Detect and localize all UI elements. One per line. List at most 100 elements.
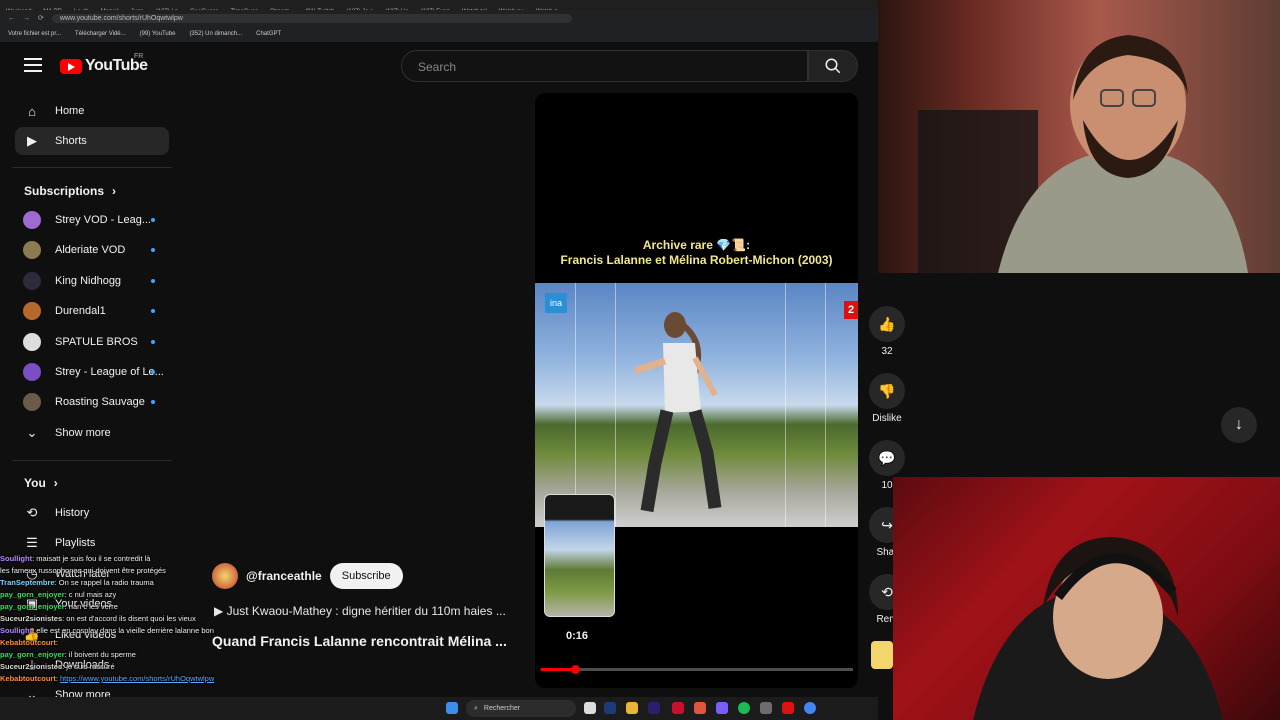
arrow-down-icon: ↓ [1235,416,1243,433]
forward-icon[interactable]: → [23,15,30,22]
premiere-icon[interactable] [648,702,660,714]
short-title-line1: Archive rare 💎📜: [642,238,751,252]
subscription-item[interactable]: SPATULE BROS [15,328,169,356]
taskbar-search[interactable]: ⌕ Rechercher [466,700,576,717]
dislike-button[interactable]: 👎 Dislike [866,373,908,424]
reload-icon[interactable]: ⟳ [38,14,44,22]
thumbs-down-icon: 👎 [878,382,896,399]
bookmark-item[interactable]: Votre fichier est pr... [8,31,61,37]
search-button[interactable] [808,50,858,82]
subscriptions-heading[interactable]: Subscriptions › [24,184,116,198]
sidebar-divider [12,167,172,168]
sound-thumbnail[interactable] [871,641,893,669]
chat-username: TranSeptembre [0,578,55,587]
shorts-player[interactable]: Archive rare 💎📜: Francis Lalanne et Méli… [535,93,858,688]
new-content-dot [151,218,155,222]
app-icon[interactable] [760,702,772,714]
progress-fill [541,668,576,671]
subscription-item[interactable]: Roasting Sauvage [15,388,169,416]
subscription-label: Roasting Sauvage [55,396,145,409]
channel-avatar [23,271,41,290]
sidebar-item-home[interactable]: ⌂ Home [15,97,169,125]
next-short-button[interactable]: ↓ [1221,407,1257,443]
subscription-item[interactable]: Durendal1 [15,297,169,325]
opera-icon[interactable] [672,702,684,714]
bookmark-item[interactable]: ChatGPT [256,31,281,37]
chat-text: maisatt je suis fou il se contredit là [36,554,151,563]
sidebar-item-shorts[interactable]: ▶ Shorts [15,127,169,155]
new-content-dot [151,370,155,374]
sidebar-item-label: Shorts [55,135,87,147]
subscription-label: Strey - League of Le... [55,366,164,378]
subscription-label: SPATULE BROS [55,335,138,348]
windows-start-icon[interactable] [446,702,458,714]
playback-time: 0:16 [566,630,589,642]
you-heading[interactable]: You › [24,476,58,490]
task-view-icon[interactable] [584,702,596,714]
discord-icon[interactable] [716,702,728,714]
sidebar-divider [12,460,172,461]
chat-username: Kebabtoutcourt [0,674,56,683]
chat-message: Kebabtoutcourt: https://www.youtube.com/… [0,673,300,685]
chevron-down-icon: ⌄ [26,425,38,440]
chat-message: Kebabtoutcourt: [0,637,300,649]
chat-username: Suceur2sionistes [0,614,63,623]
hamburger-menu-icon[interactable] [22,54,44,76]
youtube-logo[interactable]: YouTube FR [60,53,148,75]
chat-message: pay_gorn_enjoyer: il boivent du sperme [0,649,300,661]
bookmark-item[interactable]: (352) Un dimanch... [189,31,242,37]
photoshop-icon[interactable] [604,702,616,714]
url-field[interactable]: www.youtube.com/shorts/rUhOqwtwlpw [51,13,572,23]
search-input[interactable]: Search [401,50,808,82]
video-frame[interactable]: ina 2 [535,283,858,527]
france2-logo: 2 [844,301,858,319]
chrome-icon[interactable] [804,702,816,714]
subscription-item[interactable]: Strey - League of Le... [15,358,169,386]
chat-link[interactable]: https://www.youtube.com/shorts/rUhOqwtwl… [60,674,214,683]
back-icon[interactable]: ← [8,15,15,22]
subscription-label: Durendal1 [55,305,106,318]
history-icon: ⟲ [26,505,38,520]
bookmark-item[interactable]: (99) YouTube [140,31,176,37]
chat-text: nan c les verre [68,602,118,611]
chat-text: je suis rassuré [66,662,115,671]
spotify-icon[interactable] [738,702,750,714]
you-item[interactable]: ⟲ History [15,499,169,527]
short-title-line2: Francis Lalanne et Mélina Robert-Michon … [560,253,833,267]
new-content-dot [151,278,155,283]
chat-username: pay_gorn_enjoyer [0,650,65,659]
obs-icon[interactable] [782,702,794,714]
chat-message: Suceur2sionistes: on est d'accord ils di… [0,613,300,625]
subscription-item[interactable]: Strey VOD - Leag... [15,206,169,234]
browser-tab-bar: WeekendMA PRLe chMarvelJuan(127) I nGeoG… [0,0,878,10]
chat-username: Suceur2sionistes [0,662,63,671]
subscribe-button[interactable]: Subscribe [329,563,403,589]
webcam-feed-top [878,0,1280,273]
like-button[interactable]: 👍 32 [866,306,908,357]
bookmark-item[interactable]: Télécharger Vidé... [75,31,126,37]
subscription-label: Alderiate VOD [55,244,126,257]
athlete-figure [635,312,722,513]
chat-message: Soullight: maisatt je suis fou il se con… [0,553,300,565]
channel-avatar [23,211,41,229]
chat-message: pay_gorn_enjoyer: c nul mais azy [0,589,300,601]
webcam-feed-bottom [893,477,1280,720]
channel-avatar [23,241,41,260]
subscription-label: King Nidhogg [55,274,122,287]
show-more-subscriptions[interactable]: ⌄ Show more [15,419,169,447]
sidebar-item-label: Home [55,105,85,117]
progress-scrubber[interactable] [571,665,581,674]
chat-text: c nul mais azy [68,590,117,599]
file-explorer-icon[interactable] [626,702,638,714]
subscription-item[interactable]: King Nidhogg [15,267,169,295]
app-icon[interactable] [694,702,706,714]
chat-text: on est d'accord ils disent quoi les vieu… [66,614,196,623]
new-content-dot [151,248,155,253]
progress-bar[interactable] [541,665,853,674]
channel-avatar [23,363,41,381]
chat-separator: : [55,638,58,647]
video-thumbnail[interactable] [544,494,615,617]
subscription-item[interactable]: Alderiate VOD [15,236,169,264]
new-content-dot [151,400,155,405]
chat-username: pay_gorn_enjoyer [0,602,65,611]
